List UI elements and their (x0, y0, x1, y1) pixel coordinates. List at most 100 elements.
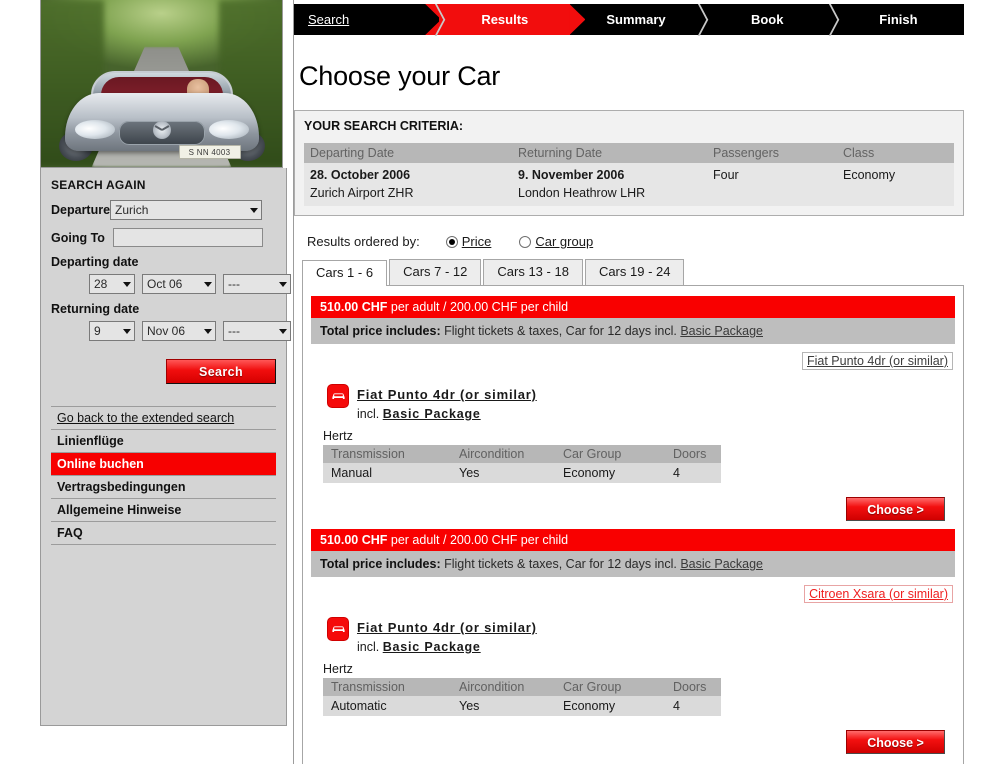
going-to-label: Going To (51, 230, 105, 245)
incl-package-link[interactable]: Basic Package (383, 407, 481, 421)
results-panel: 510.00 CHF per adult / 200.00 CHF per ch… (302, 285, 964, 764)
value-car-group: Economy (563, 465, 616, 480)
table-row: Automatic Yes Economy 4 (323, 696, 721, 716)
col-departing-date: Departing Date (304, 143, 512, 163)
value-departing-airport: Zurich Airport ZHR (310, 186, 414, 200)
value-sub-passengers (707, 184, 837, 206)
includes-label: Total price includes: (320, 324, 441, 338)
table-row: Zurich Airport ZHR London Heathrow LHR (304, 184, 954, 206)
step-summary[interactable]: Summary (570, 4, 701, 35)
search-criteria-box: YOUR SEARCH CRITERIA: Departing Date Ret… (294, 110, 964, 216)
departing-day-select[interactable]: 28 (89, 274, 135, 294)
departing-time-select[interactable]: --- (223, 274, 291, 294)
sidebar-item-faq[interactable]: FAQ (51, 522, 276, 545)
car-name-link[interactable]: Fiat Punto 4dr (or similar) (357, 386, 955, 405)
includes-text: Flight tickets & taxes, Car for 12 days … (440, 556, 681, 571)
car-licence-plate: S NN 4003 (178, 145, 241, 159)
search-button[interactable]: Search (166, 359, 276, 384)
order-option-car-group[interactable]: Car group (519, 234, 593, 249)
main-content: Search Results Summary Book Finish Choos… (293, 0, 1000, 764)
col-returning-date: Returning Date (512, 143, 707, 163)
departure-select[interactable]: Zurich (110, 200, 263, 220)
sidebar-item-linienfluege[interactable]: Linienflüge (51, 430, 276, 453)
departing-time-wrap: --- (223, 274, 291, 294)
col-aircondition: Aircondition (451, 677, 555, 696)
car-name-link[interactable]: Fiat Punto 4dr (or similar) (357, 619, 955, 638)
sidebar-filler (51, 545, 276, 715)
choose-button-wrap: Choose > (311, 483, 955, 523)
value-transmission: Manual (331, 465, 372, 480)
search-again-panel: SEARCH AGAIN Departure Zurich Going To D… (40, 168, 291, 726)
tab-cars-1-6[interactable]: Cars 1 - 6 (302, 260, 388, 286)
car-summary: Fiat Punto 4dr (or similar) incl. Basic … (311, 603, 955, 656)
value-transmission: Automatic (331, 698, 387, 713)
price-bar: 510.00 CHF per adult / 200.00 CHF per ch… (311, 528, 955, 551)
choose-button[interactable]: Choose > (846, 496, 945, 521)
returning-month-select[interactable]: Nov 06 (142, 321, 216, 341)
basic-package-link[interactable]: Basic Package (680, 324, 763, 338)
returning-day-select[interactable]: 9 (89, 321, 135, 341)
value-class: Economy (843, 168, 896, 182)
price-detail: per adult / 200.00 CHF per child (387, 300, 569, 314)
basic-package-link[interactable]: Basic Package (680, 557, 763, 571)
price-amount: 510.00 CHF (320, 300, 388, 314)
sidebar-nav: Go back to the extended search Linienflü… (51, 406, 276, 545)
radio-price[interactable] (445, 235, 458, 248)
hero-car-illustration: S NN 4003 (57, 57, 267, 165)
tab-cars-7-12[interactable]: Cars 7 - 12 (389, 259, 482, 285)
incl-package-link[interactable]: Basic Package (383, 640, 481, 654)
step-finish[interactable]: Finish (833, 4, 964, 35)
value-car-group: Economy (563, 698, 616, 713)
incl-prefix: incl. (357, 639, 383, 654)
step-results[interactable]: Results (439, 4, 571, 35)
going-to-input[interactable] (112, 228, 263, 247)
sidebar-item-vertragsbedingungen[interactable]: Vertragsbedingungen (51, 476, 276, 499)
car-image-alt-text[interactable]: Fiat Punto 4dr (or similar) (807, 354, 948, 368)
includes-bar: Total price includes: Flight tickets & t… (311, 550, 955, 577)
departure-select-wrap: Zurich (110, 200, 263, 220)
car-image-placeholder: Fiat Punto 4dr (or similar) (801, 352, 953, 370)
value-returning-date: 9. November 2006 (518, 168, 625, 182)
departure-row: Departure Zurich (51, 200, 276, 220)
car-headlight-right (208, 120, 249, 139)
returning-time-select[interactable]: --- (223, 321, 291, 341)
includes-bar: Total price includes: Flight tickets & t… (311, 318, 955, 344)
chevron-right-icon (685, 4, 703, 35)
step-search[interactable]: Search (294, 4, 439, 35)
car-included: incl. Basic Package (357, 405, 955, 423)
chevron-right-icon (816, 4, 834, 35)
tab-cars-13-18[interactable]: Cars 13 - 18 (483, 259, 583, 285)
radio-car-group[interactable] (519, 235, 532, 248)
chevron-right-icon (553, 4, 571, 35)
col-class: Class (837, 143, 954, 163)
col-car-group: Car Group (555, 444, 665, 463)
sidebar-item-online-buchen[interactable]: Online buchen (51, 453, 276, 476)
choose-button[interactable]: Choose > (846, 729, 945, 754)
sidebar-item-extended-search[interactable]: Go back to the extended search (51, 407, 276, 430)
car-headlight-left (74, 120, 115, 139)
car-image-alt-text[interactable]: Citroen Xsara (or similar) (809, 587, 948, 601)
includes-label: Total price includes: (320, 556, 441, 571)
order-price-link[interactable]: Price (462, 234, 492, 249)
car-text: Fiat Punto 4dr (or similar) incl. Basic … (357, 619, 955, 656)
sidebar: S NN 4003 SEARCH AGAIN Departure Zurich … (40, 0, 291, 764)
col-transmission: Transmission (323, 444, 451, 463)
order-option-price[interactable]: Price (445, 234, 492, 249)
departing-date-label: Departing date (51, 255, 139, 269)
departing-date-row: 28 Oct 06 --- (51, 274, 291, 294)
chevron-right-icon (422, 4, 440, 35)
step-book[interactable]: Book (702, 4, 833, 35)
table-header-row: Transmission Aircondition Car Group Door… (323, 677, 721, 696)
search-criteria-table: Departing Date Returning Date Passengers… (304, 143, 954, 206)
car-text: Fiat Punto 4dr (or similar) incl. Basic … (357, 386, 955, 423)
col-passengers: Passengers (707, 143, 837, 163)
departing-month-select[interactable]: Oct 06 (142, 274, 216, 294)
departure-label: Departure (51, 203, 111, 217)
choose-button-wrap: Choose > (311, 716, 955, 756)
tab-cars-19-24[interactable]: Cars 19 - 24 (584, 259, 685, 285)
price-amount: 510.00 CHF (320, 532, 388, 547)
sidebar-item-allgemeine-hinweise[interactable]: Allgemeine Hinweise (51, 499, 276, 522)
order-car-group-link[interactable]: Car group (535, 234, 593, 249)
car-vendor: Hertz (323, 428, 353, 443)
value-aircondition: Yes (459, 698, 480, 713)
